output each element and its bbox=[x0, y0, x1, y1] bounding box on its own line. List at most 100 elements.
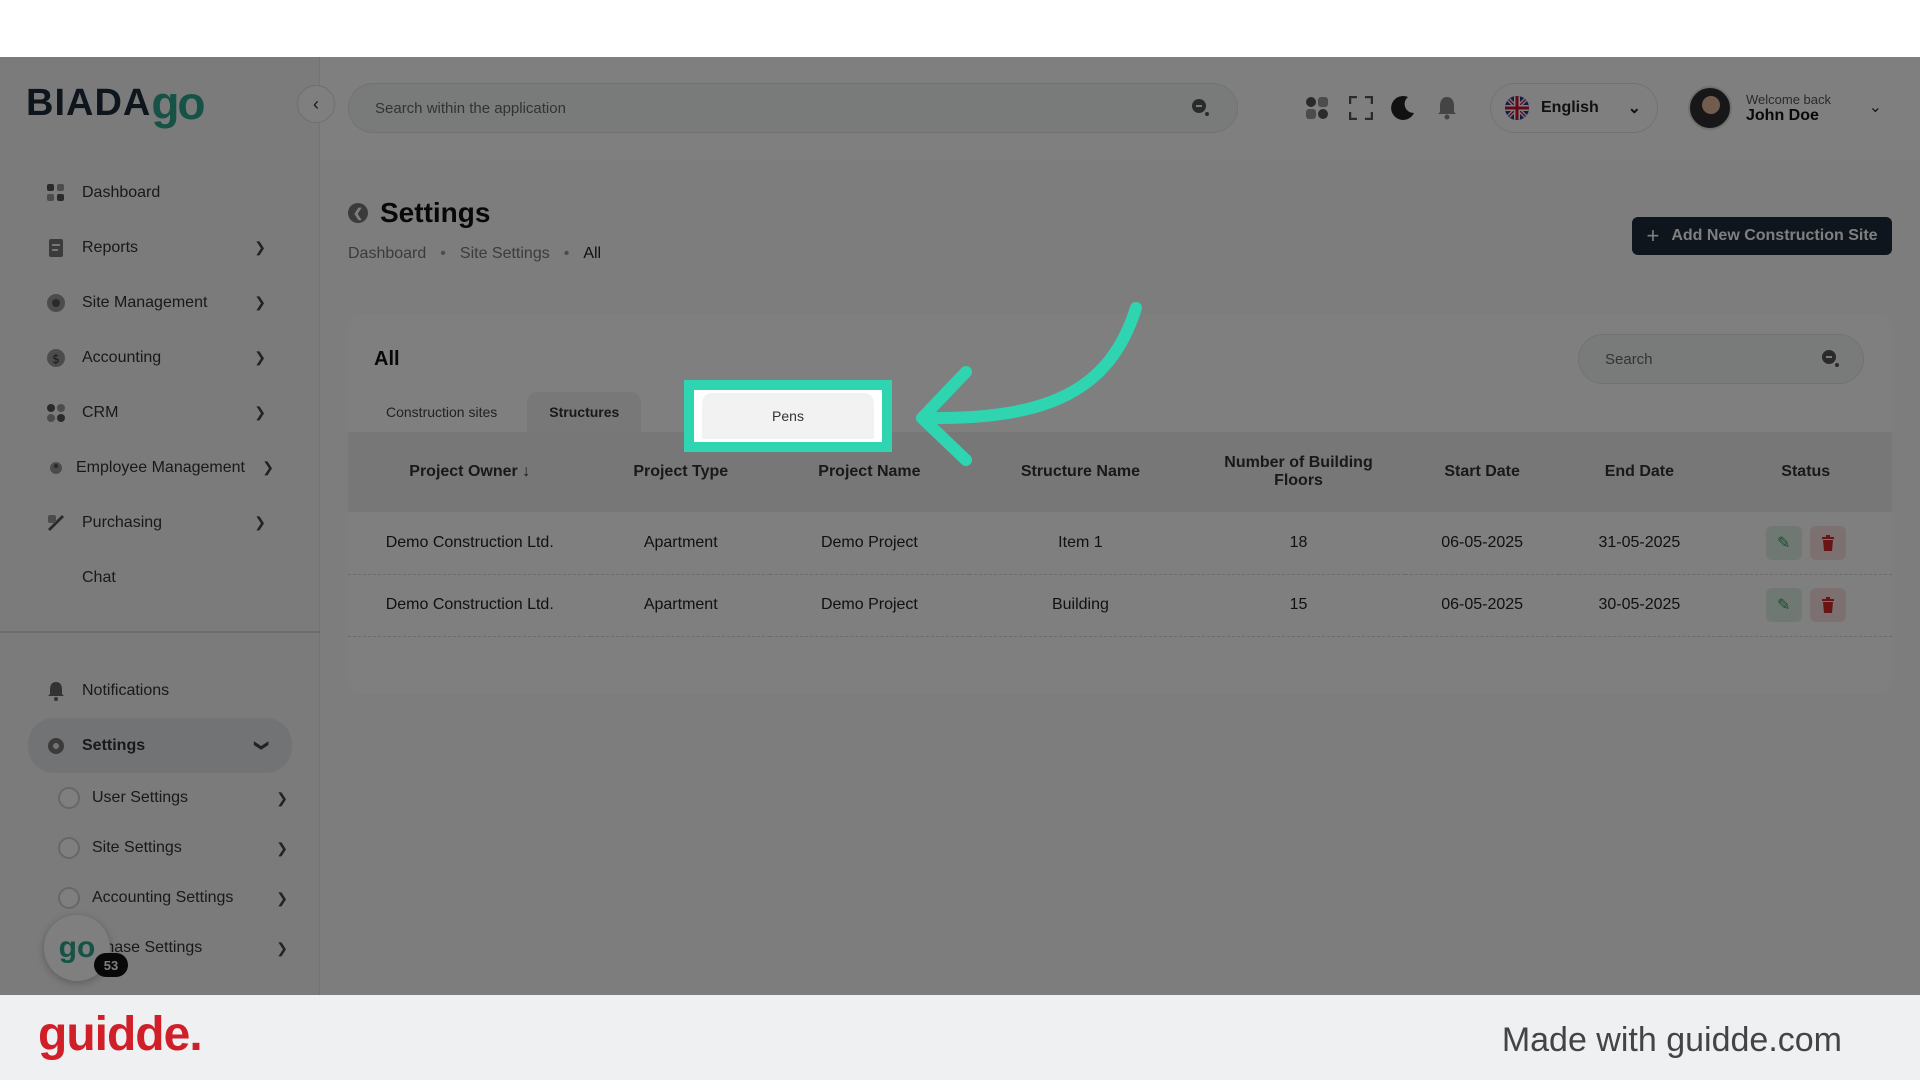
fullscreen-icon[interactable] bbox=[1348, 95, 1374, 121]
language-label: English bbox=[1541, 99, 1599, 116]
crm-icon bbox=[46, 403, 66, 423]
column-header-status[interactable]: Status bbox=[1720, 432, 1893, 512]
chevron-left-icon: ‹ bbox=[313, 93, 319, 114]
sidebar-item-employee-management[interactable]: Employee Management ❯ bbox=[28, 440, 288, 495]
page-title: ❮ Settings bbox=[348, 197, 601, 229]
sidebar-item-reports[interactable]: Reports ❯ bbox=[28, 220, 288, 275]
sidebar-item-label: Dashboard bbox=[82, 183, 161, 201]
cell-status-actions: ✎ bbox=[1720, 512, 1893, 574]
sidebar-collapse-button[interactable]: ‹ bbox=[297, 85, 335, 123]
cell-start-date: 06-05-2025 bbox=[1441, 533, 1524, 551]
top-header: Search within the application English ⌄ … bbox=[320, 57, 1920, 161]
cell-end-date: 30-05-2025 bbox=[1598, 596, 1681, 613]
breadcrumb-dashboard[interactable]: Dashboard bbox=[348, 245, 426, 263]
cell-project-type: Apartment bbox=[643, 533, 718, 551]
sidebar-item-crm[interactable]: CRM ❯ bbox=[28, 385, 288, 440]
chevron-right-icon: ❯ bbox=[276, 890, 288, 906]
chevron-right-icon: ❯ bbox=[276, 940, 288, 956]
user-name: John Doe bbox=[1746, 106, 1819, 124]
sidebar-item-chat[interactable]: Chat bbox=[28, 550, 288, 605]
chevron-right-icon: ❯ bbox=[254, 404, 266, 420]
sidebar-item-notifications[interactable]: Notifications bbox=[28, 663, 292, 718]
page-heading: ❮ Settings Dashboard • Site Settings • A… bbox=[348, 197, 601, 263]
tab-structures[interactable]: Structures bbox=[527, 392, 642, 432]
edit-pencil-icon[interactable]: ✎ bbox=[1765, 525, 1802, 560]
chevron-right-icon: ❯ bbox=[254, 349, 266, 365]
logo-text: BIADA bbox=[26, 81, 152, 124]
sidebar-item-accounting[interactable]: $ Accounting ❯ bbox=[28, 330, 288, 385]
sidebar-item-label: Reports bbox=[82, 238, 139, 256]
dark-mode-moon-icon[interactable] bbox=[1390, 95, 1416, 121]
column-label: Project Owner bbox=[409, 463, 518, 480]
language-selector[interactable]: English ⌄ bbox=[1490, 83, 1658, 133]
cell-floors: 18 bbox=[1289, 533, 1308, 551]
back-arrow-icon[interactable]: ❮ bbox=[348, 203, 368, 223]
delete-trash-icon[interactable] bbox=[1809, 525, 1846, 560]
sidebar-subitem-label: Accounting Settings bbox=[92, 889, 234, 906]
circle-icon bbox=[58, 837, 80, 859]
search-icon[interactable] bbox=[1821, 349, 1841, 369]
avatar bbox=[1688, 86, 1732, 130]
user-menu[interactable]: Welcome back John Doe ⌄ bbox=[1688, 83, 1888, 133]
table-search-input[interactable]: Search bbox=[1578, 334, 1864, 384]
chevron-right-icon: ❯ bbox=[276, 790, 288, 806]
search-icon[interactable] bbox=[1191, 98, 1211, 118]
top-blank-strip bbox=[0, 0, 1920, 57]
sidebar-item-label: Accounting bbox=[82, 348, 162, 366]
sidebar-subitem-site-settings[interactable]: Site Settings ❯ bbox=[28, 823, 292, 873]
add-button-label: Add New Construction Site bbox=[1671, 227, 1878, 244]
sidebar-item-label: Site Management bbox=[82, 293, 208, 311]
column-header-project-owner[interactable]: Project Owner ↓ bbox=[348, 432, 591, 512]
breadcrumb-separator: • bbox=[563, 245, 570, 262]
sidebar-subitem-user-settings[interactable]: User Settings ❯ bbox=[28, 773, 292, 823]
table-row: Demo Construction Ltd. Apartment Demo Pr… bbox=[348, 512, 1892, 574]
column-header-number-of-building-floors[interactable]: Number of Building Floors bbox=[1192, 432, 1405, 512]
go-logo: go bbox=[58, 931, 96, 964]
column-header-end-date[interactable]: End Date bbox=[1559, 432, 1719, 512]
global-search-input[interactable]: Search within the application bbox=[348, 83, 1238, 133]
sidebar-item-site-management[interactable]: Site Management ❯ bbox=[28, 275, 288, 330]
sidebar: BIADA go Dashboard Reports ❯ Site Managem… bbox=[0, 57, 320, 995]
tutorial-arrow-icon bbox=[916, 302, 1142, 466]
tab-pens[interactable]: Pens bbox=[702, 393, 874, 439]
tab-construction-sites[interactable]: Construction sites bbox=[364, 392, 519, 432]
chevron-down-icon: ⌄ bbox=[1868, 99, 1882, 116]
apps-grid-icon[interactable] bbox=[1304, 95, 1330, 121]
cell-project-owner: Demo Construction Ltd. bbox=[385, 533, 554, 551]
table-search-placeholder: Search bbox=[1605, 350, 1653, 368]
sidebar-item-dashboard[interactable]: Dashboard bbox=[28, 165, 288, 220]
cell-project-name: Demo Project bbox=[820, 533, 918, 551]
purchasing-icon bbox=[46, 513, 66, 533]
breadcrumb-site-settings[interactable]: Site Settings bbox=[460, 245, 550, 263]
bell-icon[interactable] bbox=[1434, 95, 1460, 121]
app-window: BIADA go Dashboard Reports ❯ Site Managem… bbox=[0, 57, 1920, 995]
sidebar-item-purchasing[interactable]: Purchasing ❯ bbox=[28, 495, 288, 550]
chevron-right-icon: ❯ bbox=[254, 294, 266, 310]
dollar-icon: $ bbox=[46, 348, 66, 368]
add-new-construction-site-button[interactable]: + Add New Construction Site bbox=[1632, 217, 1892, 255]
app-logo[interactable]: BIADA go bbox=[26, 77, 206, 129]
employee-icon bbox=[46, 458, 66, 478]
edit-pencil-icon[interactable]: ✎ bbox=[1765, 588, 1802, 622]
circle-icon bbox=[58, 787, 80, 809]
sidebar-item-settings[interactable]: Settings ❯ bbox=[28, 718, 292, 773]
sidebar-item-label: Employee Management bbox=[76, 458, 245, 476]
user-info: Welcome back John Doe bbox=[1746, 92, 1831, 125]
cell-structure-name: Item 1 bbox=[1058, 533, 1103, 551]
chevron-right-icon: ❯ bbox=[262, 459, 274, 475]
chevron-right-icon: ❯ bbox=[254, 514, 266, 530]
page-title-text: Settings bbox=[380, 197, 491, 228]
reports-icon bbox=[46, 238, 66, 258]
breadcrumb-separator: • bbox=[440, 245, 446, 262]
sort-down-arrow-icon: ↓ bbox=[522, 463, 531, 480]
sidebar-item-label: Settings bbox=[82, 736, 146, 754]
chevron-down-icon: ❯ bbox=[254, 739, 271, 752]
delete-trash-icon[interactable] bbox=[1809, 588, 1846, 622]
dashboard-icon bbox=[46, 183, 66, 203]
column-header-start-date[interactable]: Start Date bbox=[1405, 432, 1559, 512]
svg-text:$: $ bbox=[52, 352, 60, 366]
welcome-text: Welcome back bbox=[1746, 91, 1832, 107]
sidebar-item-label: CRM bbox=[82, 403, 119, 421]
table-row: Demo Construction Ltd. Apartment Demo Pr… bbox=[348, 574, 1892, 636]
sidebar-nav: Dashboard Reports ❯ Site Management ❯ $ … bbox=[28, 165, 288, 605]
